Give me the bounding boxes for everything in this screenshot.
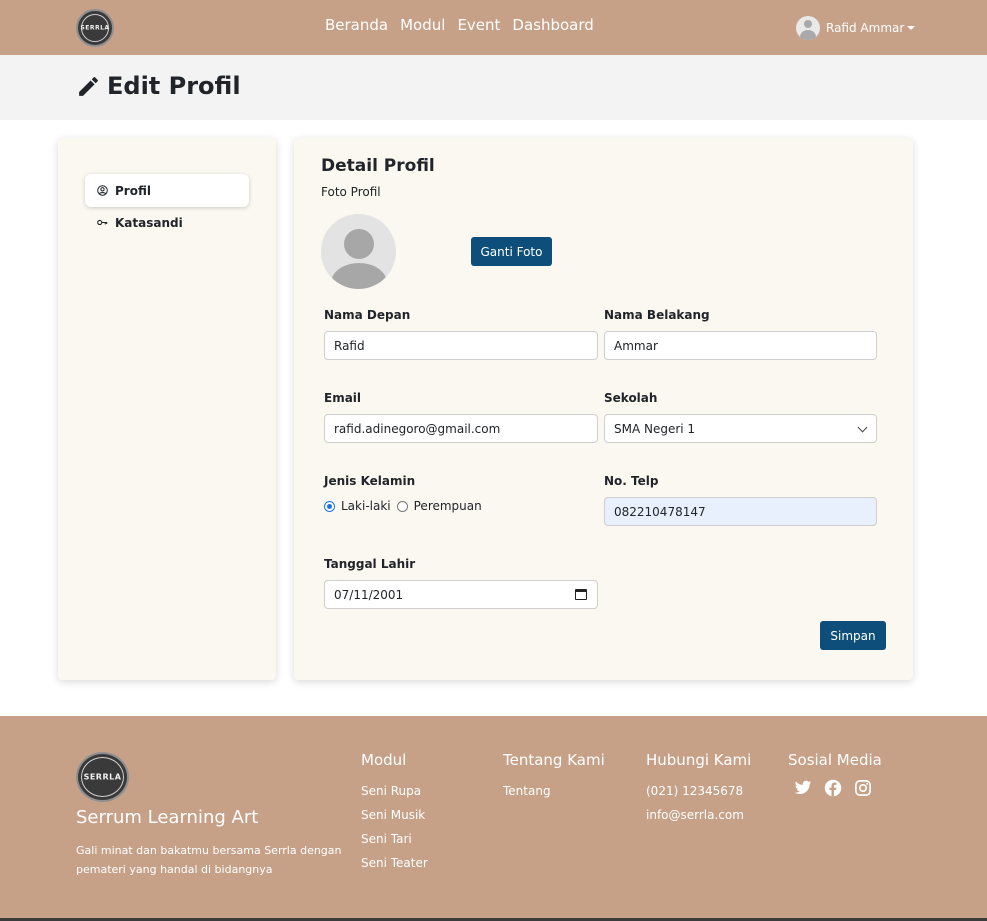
footer-link-tentang[interactable]: Tentang (503, 779, 605, 803)
sidebar-item-profil[interactable]: Profil (85, 174, 249, 207)
change-photo-button[interactable]: Ganti Foto (471, 237, 552, 266)
phone-label: No. Telp (604, 474, 659, 488)
photo-label: Foto Profil (321, 185, 381, 199)
footer-brand-description: Gali minat dan bakatmu bersama Serrla de… (76, 844, 342, 876)
footer-link-seni-musik[interactable]: Seni Musik (361, 803, 428, 827)
caret-down-icon (907, 26, 916, 30)
birthdate-input[interactable]: 07/11/2001 (324, 580, 598, 609)
footer-col-modul: Modul Seni Rupa Seni Musik Seni Tari Sen… (361, 751, 428, 875)
footer-email-link[interactable]: info@serrla.com (646, 803, 751, 827)
chevron-down-icon (857, 422, 868, 433)
first-name-label: Nama Depan (324, 308, 411, 322)
last-name-input[interactable] (604, 331, 877, 360)
calendar-icon[interactable] (575, 589, 587, 600)
gender-radio-female[interactable] (396, 500, 408, 512)
footer-col-sosial: Sosial Media (788, 751, 882, 797)
footer-col-tentang: Tentang Kami Tentang (503, 751, 605, 803)
sidebar-item-label: Profil (115, 183, 151, 198)
phone-input[interactable] (604, 497, 877, 526)
user-circle-icon (97, 185, 108, 196)
footer: SERRLA Serrum Learning Art Gali minat da… (0, 716, 987, 921)
twitter-icon[interactable] (794, 779, 812, 797)
first-name-input[interactable] (324, 331, 598, 360)
gender-label: Jenis Kelamin (324, 474, 416, 488)
logo-text: SERRLA (80, 24, 110, 32)
facebook-icon[interactable] (824, 779, 842, 797)
nav-links: Beranda Modul Event Dashboard (325, 16, 594, 34)
card-title: Detail Profil (321, 156, 435, 176)
footer-link-seni-teater[interactable]: Seni Teater (361, 851, 428, 875)
footer-phone: (021) 12345678 (646, 784, 744, 798)
instagram-icon[interactable] (854, 779, 872, 797)
sidebar-item-katasandi[interactable]: Katasandi (85, 206, 249, 239)
footer-heading: Modul (361, 751, 407, 769)
serrla-logo[interactable]: SERRLA (76, 9, 114, 47)
birthdate-label: Tanggal Lahir (324, 557, 416, 571)
profile-avatar (321, 214, 396, 289)
pencil-icon (79, 76, 98, 96)
footer-serrla-logo: SERRLA (76, 752, 129, 802)
school-select[interactable]: SMA Negeri 1 (604, 414, 877, 443)
page-title-wrap: Edit Profil (76, 72, 241, 100)
navbar: SERRLA Beranda Modul Event Dashboard Raf… (0, 0, 987, 55)
footer-heading: Tentang Kami (503, 751, 605, 769)
gender-radio-group: Laki-laki Perempuan (324, 499, 488, 513)
page-header: Edit Profil (0, 55, 987, 120)
nav-link-event[interactable]: Event (457, 16, 500, 34)
gender-option-label: Laki-laki (341, 499, 391, 513)
logo-text: SERRLA (83, 772, 122, 782)
last-name-label: Nama Belakang (604, 308, 710, 322)
user-avatar (796, 16, 820, 40)
nav-link-modul[interactable]: Modul (400, 16, 445, 34)
social-icons (794, 779, 882, 797)
key-icon (97, 219, 108, 226)
nav-link-dashboard[interactable]: Dashboard (512, 16, 593, 34)
profile-sidebar: Profil Katasandi (58, 138, 276, 680)
save-button[interactable]: Simpan (820, 621, 886, 650)
footer-heading: Hubungi Kami (646, 751, 752, 769)
user-menu[interactable]: Rafid Ammar (796, 16, 916, 40)
footer-col-kontak: Hubungi Kami (021) 12345678 info@serrla.… (646, 751, 751, 827)
page-title: Edit Profil (107, 72, 241, 100)
footer-link-seni-rupa[interactable]: Seni Rupa (361, 779, 428, 803)
nav-link-beranda[interactable]: Beranda (325, 16, 388, 34)
email-label: Email (324, 391, 362, 405)
footer-link-seni-tari[interactable]: Seni Tari (361, 827, 428, 851)
gender-option-label: Perempuan (413, 499, 482, 513)
birthdate-value: 07/11/2001 (334, 587, 404, 602)
school-selected-value: SMA Negeri 1 (614, 421, 696, 436)
email-input[interactable] (324, 414, 598, 443)
profile-card: Detail Profil Foto Profil Ganti Foto Nam… (294, 138, 913, 680)
footer-brand-name: Serrum Learning Art (76, 807, 259, 828)
user-name: Rafid Ammar (826, 21, 905, 35)
footer-heading: Sosial Media (788, 751, 882, 769)
gender-radio-male[interactable] (324, 500, 335, 512)
sidebar-item-label: Katasandi (115, 215, 183, 230)
school-label: Sekolah (604, 391, 658, 405)
